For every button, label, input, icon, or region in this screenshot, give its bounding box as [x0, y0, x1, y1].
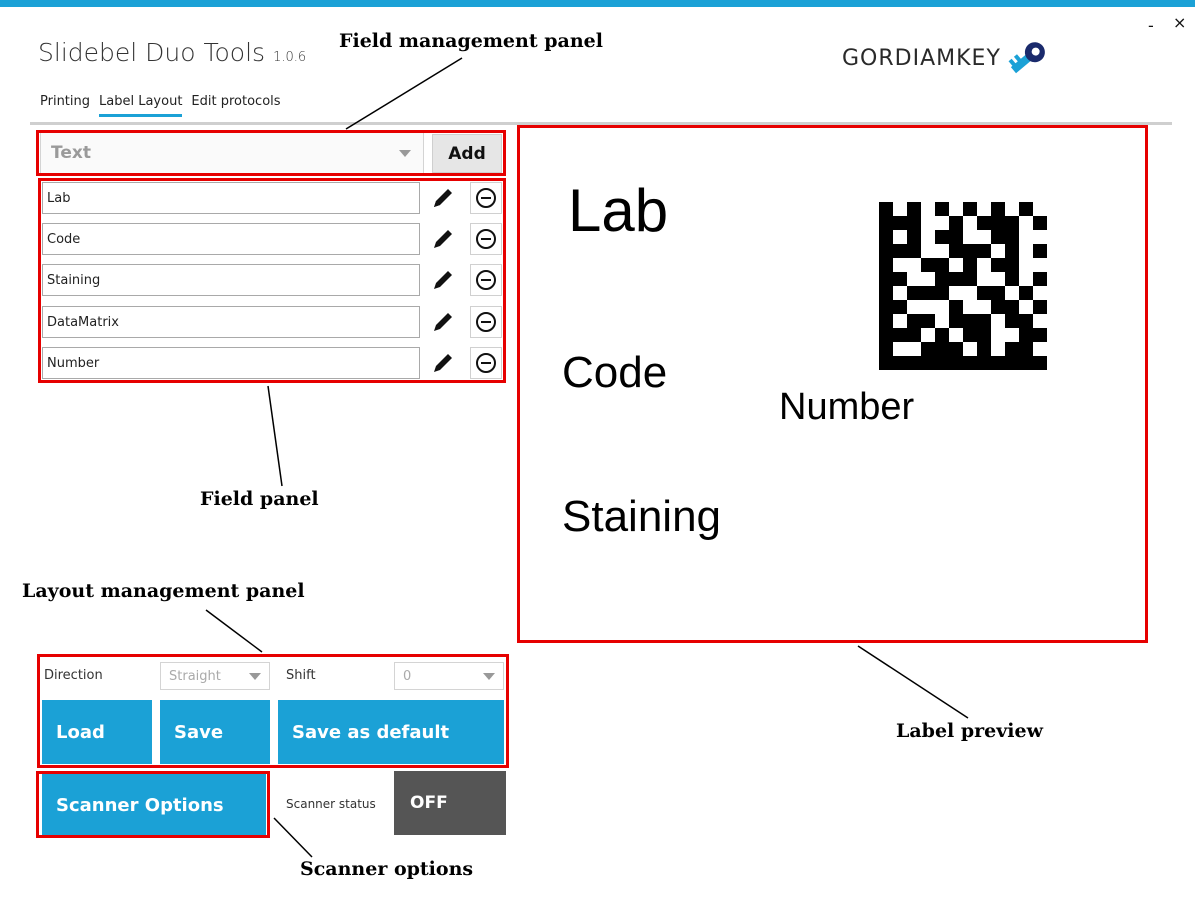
- callout-scanner-options: Scanner options: [300, 858, 474, 880]
- leader-line: [345, 57, 463, 130]
- leader-line: [273, 817, 313, 858]
- callout-field-management-panel: Field management panel: [339, 30, 603, 52]
- callout-layout-management-panel: Layout management panel: [22, 580, 305, 602]
- callout-label-preview: Label preview: [896, 720, 1043, 742]
- callout-leader-lines: [205, 57, 969, 858]
- leader-line: [857, 645, 969, 719]
- leader-line: [205, 609, 263, 653]
- callout-field-panel: Field panel: [200, 488, 319, 510]
- leader-line: [267, 385, 283, 487]
